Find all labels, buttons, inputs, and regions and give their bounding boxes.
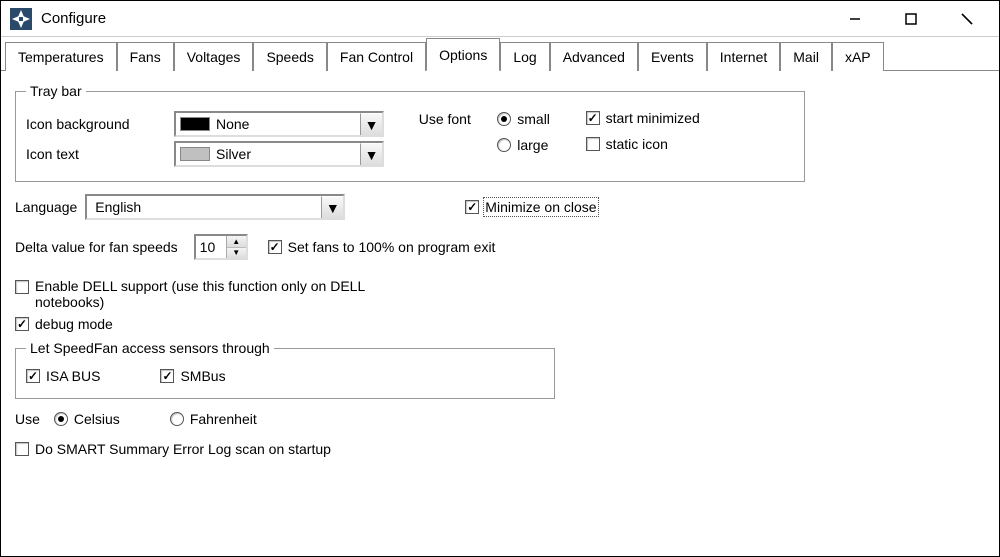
debug-mode-label: debug mode <box>35 316 113 332</box>
delta-spinner[interactable]: 10 ▲ ▼ <box>194 234 248 260</box>
options-panel: Tray bar Icon background None ▼ Icon tex… <box>1 71 999 471</box>
maximize-button[interactable] <box>883 1 939 37</box>
tab-options[interactable]: Options <box>426 38 500 71</box>
dropdown-icon: ▼ <box>360 143 382 165</box>
sensors-group: Let SpeedFan access sensors through ISA … <box>15 340 555 399</box>
smbus-label: SMBus <box>180 368 225 384</box>
start-minimized-label: start minimized <box>606 110 700 126</box>
icon-background-combo[interactable]: None ▼ <box>174 111 384 137</box>
dell-support-check[interactable]: Enable DELL support (use this function o… <box>15 278 415 310</box>
checkbox-icon <box>586 137 600 151</box>
spinner-arrows[interactable]: ▲ ▼ <box>226 236 246 258</box>
tab-internet[interactable]: Internet <box>707 42 780 71</box>
icon-text-combo[interactable]: Silver ▼ <box>174 141 384 167</box>
set-fans-exit-label: Set fans to 100% on program exit <box>288 239 496 255</box>
chevron-up-icon[interactable]: ▲ <box>227 236 246 248</box>
traybar-group: Tray bar Icon background None ▼ Icon tex… <box>15 83 805 182</box>
tab-mail[interactable]: Mail <box>780 42 832 71</box>
dropdown-icon: ▼ <box>360 113 382 135</box>
icon-text-swatch <box>180 147 210 161</box>
smbus-check[interactable]: SMBus <box>160 368 225 384</box>
tab-strip: Temperatures Fans Voltages Speeds Fan Co… <box>1 37 999 71</box>
language-value: English <box>91 199 321 215</box>
radio-icon <box>170 412 184 426</box>
minimize-on-close-check[interactable]: Minimize on close <box>465 199 596 215</box>
tab-temperatures[interactable]: Temperatures <box>5 42 117 71</box>
static-icon-check[interactable]: static icon <box>586 136 668 152</box>
isa-bus-label: ISA BUS <box>46 368 100 384</box>
fahrenheit-radio[interactable]: Fahrenheit <box>170 411 257 427</box>
font-small-label: small <box>517 111 550 127</box>
celsius-label: Celsius <box>74 411 120 427</box>
tab-xap[interactable]: xAP <box>832 42 884 71</box>
debug-mode-check[interactable]: debug mode <box>15 316 113 332</box>
dropdown-icon: ▼ <box>321 196 343 218</box>
checkbox-icon <box>268 240 282 254</box>
close-button[interactable] <box>939 1 995 37</box>
tab-log[interactable]: Log <box>500 42 549 71</box>
smart-scan-label: Do SMART Summary Error Log scan on start… <box>35 441 331 457</box>
checkbox-icon <box>160 369 174 383</box>
tab-speeds[interactable]: Speeds <box>253 42 326 71</box>
set-fans-exit-check[interactable]: Set fans to 100% on program exit <box>268 239 496 255</box>
tab-fan-control[interactable]: Fan Control <box>327 42 426 71</box>
sensors-legend: Let SpeedFan access sensors through <box>26 340 274 356</box>
icon-text-label: Icon text <box>26 146 166 162</box>
fahrenheit-label: Fahrenheit <box>190 411 257 427</box>
radio-icon <box>497 138 511 152</box>
radio-icon <box>54 412 68 426</box>
icon-text-value: Silver <box>216 146 360 162</box>
static-icon-label: static icon <box>606 136 668 152</box>
checkbox-icon <box>15 317 29 331</box>
checkbox-icon <box>465 200 479 214</box>
icon-background-label: Icon background <box>26 116 166 132</box>
font-large-radio[interactable]: large <box>497 137 548 153</box>
app-icon <box>9 7 33 31</box>
minimize-on-close-label: Minimize on close <box>485 199 596 215</box>
chevron-down-icon[interactable]: ▼ <box>227 248 246 259</box>
dell-support-label: Enable DELL support (use this function o… <box>35 278 415 310</box>
celsius-radio[interactable]: Celsius <box>54 411 120 427</box>
titlebar: Configure <box>1 1 999 37</box>
use-font-label: Use font <box>419 111 471 127</box>
start-minimized-check[interactable]: start minimized <box>586 110 700 126</box>
radio-icon <box>497 112 511 126</box>
tab-advanced[interactable]: Advanced <box>550 42 638 71</box>
minimize-button[interactable] <box>827 1 883 37</box>
font-large-label: large <box>517 137 548 153</box>
tab-events[interactable]: Events <box>638 42 707 71</box>
icon-background-value: None <box>216 116 360 132</box>
language-combo[interactable]: English ▼ <box>85 194 345 220</box>
checkbox-icon <box>586 111 600 125</box>
tab-fans[interactable]: Fans <box>117 42 174 71</box>
checkbox-icon <box>15 280 29 294</box>
traybar-legend: Tray bar <box>26 83 86 99</box>
font-small-radio[interactable]: small <box>497 111 550 127</box>
delta-label: Delta value for fan speeds <box>15 239 178 255</box>
language-label: Language <box>15 199 77 215</box>
window-title: Configure <box>41 10 827 27</box>
tab-voltages[interactable]: Voltages <box>174 42 254 71</box>
icon-background-swatch <box>180 117 210 131</box>
configure-window: Configure Temperatures Fans Voltages Spe… <box>0 0 1000 557</box>
isa-bus-check[interactable]: ISA BUS <box>26 368 100 384</box>
tempunit-label: Use <box>15 411 40 427</box>
checkbox-icon <box>26 369 40 383</box>
checkbox-icon <box>15 442 29 456</box>
delta-value: 10 <box>196 236 226 258</box>
smart-scan-check[interactable]: Do SMART Summary Error Log scan on start… <box>15 441 331 457</box>
